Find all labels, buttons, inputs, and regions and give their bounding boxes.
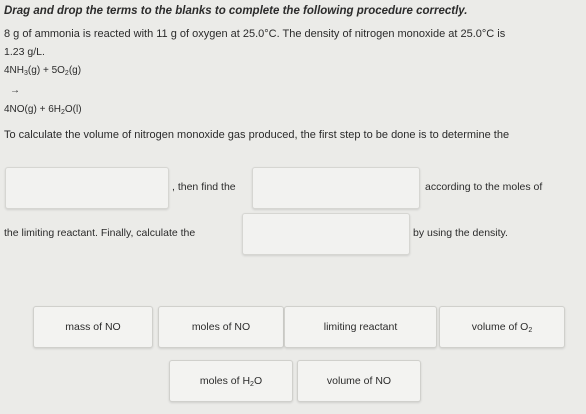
blank-drop-zone-3[interactable] (242, 213, 410, 255)
reactant-ammonia: 4NH3(g) (4, 65, 41, 77)
drag-tile-moles-of-no[interactable]: moles of NO (158, 306, 284, 348)
question-according: according to the moles of (425, 181, 543, 193)
equation-products: 4NO(g) + 6H2O(l) (4, 104, 82, 116)
drag-tile-volume-of-o2[interactable]: volume of O2 (439, 306, 565, 348)
drag-tile-volume-of-no[interactable]: volume of NO (297, 360, 421, 402)
density-value: 1.23 g/L. (4, 46, 45, 58)
blank-drop-zone-1[interactable] (5, 167, 169, 209)
question-by-density: by using the density. (413, 227, 508, 239)
question-text: To calculate the volume of nitrogen mono… (4, 129, 510, 141)
equation-reactants: 4NH3(g) + 5O2(g) (4, 65, 82, 77)
blank-drop-zone-2[interactable] (252, 167, 420, 209)
reaction-arrow-icon: → (10, 85, 20, 96)
instructions-heading: Drag and drop the terms to the blanks to… (4, 5, 468, 17)
question-then-find: , then find the (172, 181, 236, 193)
reactant-oxygen: 5O2(g) (51, 65, 82, 77)
product-water: 6H2O(l) (48, 104, 82, 116)
drag-tile-limiting-reactant[interactable]: limiting reactant (284, 306, 437, 348)
plus-sign: + (42, 65, 49, 76)
plus-sign: + (39, 104, 46, 115)
product-nitrogen-monoxide: 4NO(g) (4, 104, 37, 115)
problem-statement: 8 g of ammonia is reacted with 11 g of o… (4, 28, 506, 40)
drag-tile-mass-of-no[interactable]: mass of NO (33, 306, 153, 348)
drag-tile-moles-of-h2o[interactable]: moles of H2O (169, 360, 293, 402)
question-limiting: the limiting reactant. Finally, calculat… (4, 227, 196, 239)
